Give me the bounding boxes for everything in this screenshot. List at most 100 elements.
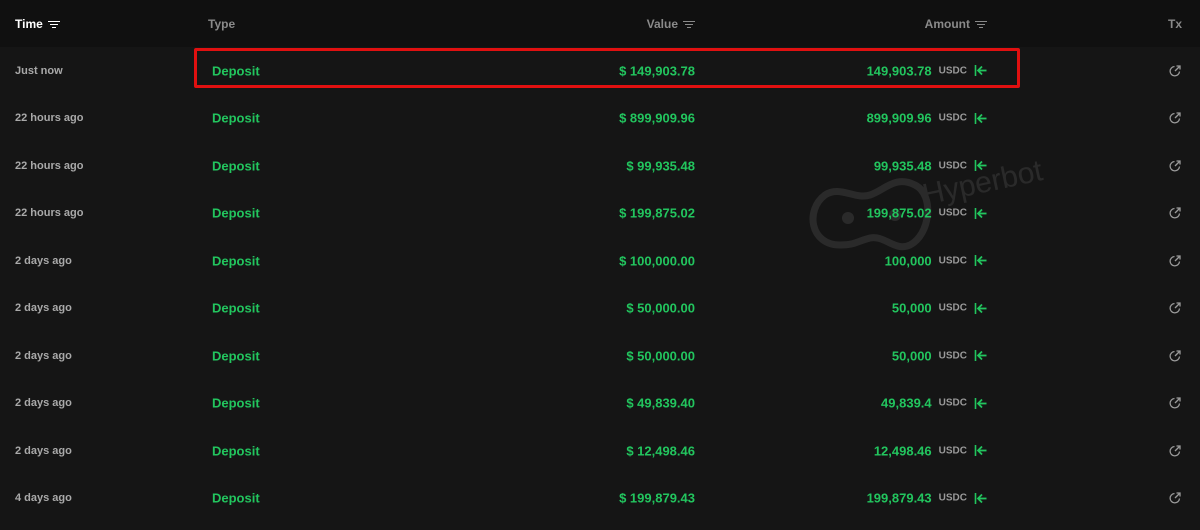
external-link-icon[interactable]	[1168, 301, 1182, 315]
header-type: Type	[208, 17, 235, 31]
type-cell: Deposit	[212, 110, 260, 126]
value-cell: $ 149,903.78	[619, 63, 695, 79]
type-cell: Deposit	[212, 253, 260, 269]
table-row: 22 hours ago Deposit $ 99,935.48 99,935.…	[0, 142, 1200, 190]
sort-icon[interactable]	[975, 20, 987, 29]
external-link-icon[interactable]	[1168, 206, 1182, 220]
arrow-left-bar-icon	[974, 397, 987, 409]
table-row: 2 days ago Deposit $ 49,839.40 49,839.4 …	[0, 380, 1200, 428]
amount-unit: USDC	[938, 492, 967, 504]
type-cell: Deposit	[212, 300, 260, 316]
arrow-left-bar-icon	[974, 492, 987, 504]
type-cell: Deposit	[212, 158, 260, 174]
header-time[interactable]: Time	[15, 17, 60, 31]
amount-unit: USDC	[938, 160, 967, 172]
external-link-icon[interactable]	[1168, 254, 1182, 268]
header-amount-label: Amount	[924, 17, 970, 31]
transactions-table-body: Just now Deposit $ 149,903.78 149,903.78…	[0, 47, 1200, 522]
amount-unit: USDC	[938, 302, 967, 314]
value-cell: $ 50,000.00	[626, 300, 695, 316]
arrow-left-bar-icon	[974, 255, 987, 267]
table-row: 22 hours ago Deposit $ 899,909.96 899,90…	[0, 95, 1200, 143]
type-cell: Deposit	[212, 348, 260, 364]
table-row: 2 days ago Deposit $ 50,000.00 50,000 US…	[0, 332, 1200, 380]
amount-unit: USDC	[938, 207, 967, 219]
time-cell: Just now	[15, 64, 63, 77]
amount-value: 100,000	[884, 253, 932, 269]
value-cell: $ 50,000.00	[626, 348, 695, 364]
header-tx-label: Tx	[1167, 17, 1182, 31]
amount-cell: 199,875.02 USDC	[867, 206, 987, 221]
amount-unit: USDC	[938, 445, 967, 457]
header-type-label: Type	[208, 17, 236, 31]
table-row: 2 days ago Deposit $ 50,000.00 50,000 US…	[0, 285, 1200, 333]
value-cell: $ 899,909.96	[619, 110, 695, 126]
value-cell: $ 199,875.02	[619, 205, 695, 221]
type-cell: Deposit	[212, 395, 260, 411]
amount-unit: USDC	[938, 112, 967, 124]
amount-cell: 49,839.4 USDC	[881, 396, 987, 411]
header-amount[interactable]: Amount	[925, 17, 987, 31]
header-value[interactable]: Value	[647, 17, 695, 31]
time-cell: 22 hours ago	[15, 207, 84, 220]
sort-icon[interactable]	[683, 20, 695, 29]
value-cell: $ 100,000.00	[619, 253, 695, 269]
table-row: 22 hours ago Deposit $ 199,875.02 199,87…	[0, 190, 1200, 238]
external-link-icon[interactable]	[1168, 111, 1182, 125]
time-cell: 22 hours ago	[15, 112, 84, 125]
table-row: 2 days ago Deposit $ 12,498.46 12,498.46…	[0, 427, 1200, 475]
amount-cell: 149,903.78 USDC	[867, 63, 987, 78]
time-cell: 2 days ago	[15, 397, 72, 410]
amount-cell: 50,000 USDC	[892, 348, 987, 363]
amount-cell: 50,000 USDC	[892, 301, 987, 316]
type-cell: Deposit	[212, 63, 260, 79]
arrow-left-bar-icon	[974, 445, 987, 457]
time-cell: 2 days ago	[15, 349, 72, 362]
amount-value: 99,935.48	[873, 158, 932, 174]
external-link-icon[interactable]	[1168, 349, 1182, 363]
time-cell: 22 hours ago	[15, 159, 84, 172]
value-cell: $ 49,839.40	[626, 395, 695, 411]
amount-cell: 100,000 USDC	[885, 253, 987, 268]
type-cell: Deposit	[212, 490, 260, 506]
amount-value: 199,875.02	[866, 205, 932, 221]
external-link-icon[interactable]	[1168, 444, 1182, 458]
type-cell: Deposit	[212, 205, 260, 221]
header-time-label: Time	[15, 17, 43, 31]
table-row: 2 days ago Deposit $ 100,000.00 100,000 …	[0, 237, 1200, 285]
amount-cell: 899,909.96 USDC	[867, 111, 987, 126]
arrow-left-bar-icon	[974, 207, 987, 219]
external-link-icon[interactable]	[1168, 491, 1182, 505]
external-link-icon[interactable]	[1168, 159, 1182, 173]
amount-unit: USDC	[938, 397, 967, 409]
sort-icon[interactable]	[47, 20, 60, 29]
table-row: 4 days ago Deposit $ 199,879.43 199,879.…	[0, 475, 1200, 523]
time-cell: 2 days ago	[15, 444, 72, 457]
header-tx: Tx	[1168, 17, 1182, 31]
value-cell: $ 199,879.43	[619, 490, 695, 506]
external-link-icon[interactable]	[1168, 396, 1182, 410]
arrow-left-bar-icon	[974, 350, 987, 362]
type-cell: Deposit	[212, 443, 260, 459]
time-cell: 4 days ago	[15, 492, 72, 505]
table-header: Time Type Value Amount Tx	[0, 0, 1200, 47]
arrow-left-bar-icon	[974, 112, 987, 124]
amount-value: 50,000	[891, 348, 932, 364]
amount-value: 199,879.43	[866, 490, 932, 506]
amount-cell: 99,935.48 USDC	[874, 158, 987, 173]
amount-unit: USDC	[938, 255, 967, 267]
amount-cell: 12,498.46 USDC	[874, 443, 987, 458]
time-cell: 2 days ago	[15, 302, 72, 315]
table-row: Just now Deposit $ 149,903.78 149,903.78…	[0, 47, 1200, 95]
amount-value: 899,909.96	[866, 110, 932, 126]
arrow-left-bar-icon	[974, 160, 987, 172]
external-link-icon[interactable]	[1168, 64, 1182, 78]
value-cell: $ 12,498.46	[626, 443, 695, 459]
arrow-left-bar-icon	[974, 302, 987, 314]
amount-unit: USDC	[938, 350, 967, 362]
transactions-panel: Time Type Value Amount Tx Hyperbot Just …	[0, 0, 1200, 530]
header-value-label: Value	[646, 17, 678, 31]
amount-unit: USDC	[938, 65, 967, 77]
amount-value: 49,839.4	[881, 395, 932, 411]
amount-value: 50,000	[891, 300, 932, 316]
